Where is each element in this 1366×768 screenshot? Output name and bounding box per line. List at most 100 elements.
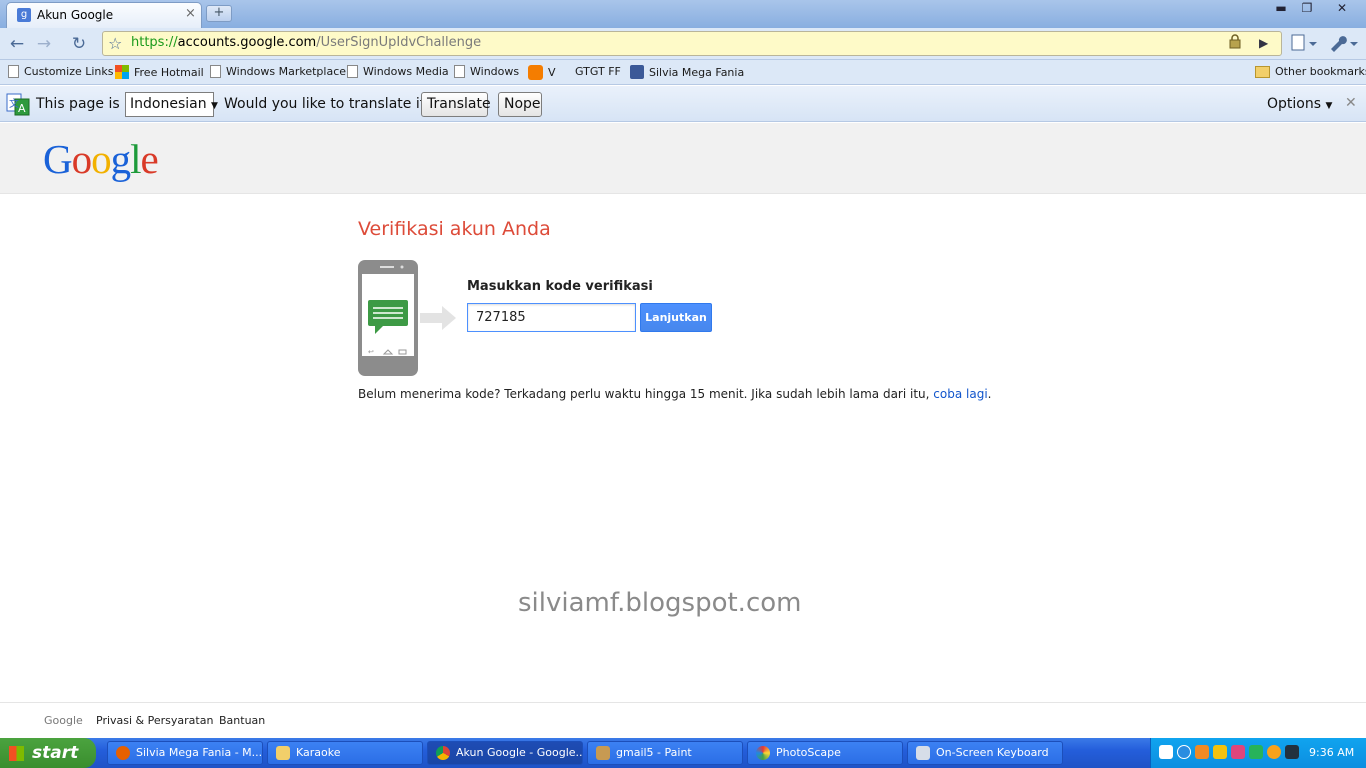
bookmark-label: Windows [470, 65, 520, 78]
options-label: Options [1267, 96, 1322, 112]
language-select[interactable]: Indonesian ▼ [125, 92, 218, 117]
resend-help-text: Belum menerima kode? Terkadang perlu wak… [358, 387, 992, 401]
options-menu[interactable]: Options ▼ [1267, 96, 1332, 112]
play-icon[interactable] [1249, 745, 1263, 759]
restore-button[interactable]: ❐ [1296, 1, 1318, 17]
bookmark-windows-marketplace[interactable]: Windows Marketplace [210, 65, 346, 78]
url-host: accounts.google.com [177, 35, 317, 50]
task-label: gmail5 - Paint [616, 746, 692, 759]
continue-button[interactable]: Lanjutkan [640, 303, 712, 332]
bookmark-windows-media[interactable]: Windows Media [347, 65, 449, 78]
network-icon[interactable] [1285, 745, 1299, 759]
footer-help-link[interactable]: Bantuan [219, 714, 265, 727]
app-icon[interactable] [1231, 745, 1245, 759]
language-value: Indonesian [130, 96, 207, 112]
task-label: Silvia Mega Fania - M... [136, 746, 263, 759]
bookmark-silvia-mega-fania[interactable]: Silvia Mega Fania [630, 65, 744, 79]
nope-button[interactable]: Nope [498, 92, 542, 117]
photoscape-icon [756, 746, 770, 760]
task-label: Akun Google - Google... [456, 746, 583, 759]
wrench-icon[interactable] [1328, 34, 1360, 56]
task-label: PhotoScape [776, 746, 841, 759]
bookmark-gtgt-ff[interactable]: GTGT FF [575, 65, 621, 78]
url-path: /UserSignUpIdvChallenge [316, 35, 482, 50]
bookmark-label: Customize Links [24, 65, 114, 78]
verification-code-input[interactable] [467, 303, 636, 332]
chevron-down-icon: ▼ [211, 101, 218, 111]
translate-infobar: 文A This page is in Indonesian ▼ Would yo… [0, 86, 1366, 122]
tab-title: Akun Google [37, 8, 114, 22]
page-icon [454, 65, 465, 78]
bookmark-v[interactable]: V [528, 65, 556, 80]
windows-logo-icon [9, 746, 24, 761]
shield-icon[interactable] [1213, 745, 1227, 759]
task-karaoke[interactable]: Karaoke [267, 741, 423, 765]
logo-letter: o [91, 136, 111, 182]
bookmark-label: Windows Marketplace [226, 65, 347, 78]
bookmark-label: V [548, 66, 556, 79]
reload-button[interactable]: ↻ [68, 33, 90, 55]
watermark: silviamf.blogspot.com [518, 588, 802, 618]
title-bar: g Akun Google × + ▬ ❐ ✕ [0, 0, 1366, 28]
logo-letter: o [71, 136, 92, 182]
update-icon[interactable] [1267, 745, 1281, 759]
forward-button[interactable]: → [33, 33, 55, 55]
task-label: On-Screen Keyboard [936, 746, 1049, 759]
svg-text:A: A [18, 102, 26, 115]
task-firefox[interactable]: Silvia Mega Fania - M... [107, 741, 263, 765]
footer-google-link[interactable]: Google [44, 714, 83, 727]
address-bar[interactable]: ☆ https://accounts.google.com/UserSignUp… [102, 31, 1282, 56]
help-text: Belum menerima kode? Terkadang perlu wak… [358, 387, 934, 401]
footer-privacy-link[interactable]: Privasi & Persyaratan [96, 714, 213, 727]
bookmark-label: Silvia Mega Fania [649, 65, 745, 79]
bookmarks-bar: Customize Links Free Hotmail Windows Mar… [0, 60, 1366, 85]
bookmark-windows[interactable]: Windows [454, 65, 519, 78]
bookmark-label: Windows Media [363, 65, 449, 78]
verification-code-label: Masukkan kode verifikasi [467, 279, 653, 294]
logo-letter: G [43, 136, 73, 182]
help-icon[interactable] [1159, 745, 1173, 759]
page-icon [347, 65, 358, 78]
media-icon[interactable] [1195, 745, 1209, 759]
chevron-left-icon[interactable] [1177, 745, 1191, 759]
other-bookmarks[interactable]: Other bookmarks [1255, 65, 1366, 78]
page-menu-icon[interactable] [1290, 34, 1318, 56]
bookmark-label: Free Hotmail [134, 65, 204, 79]
infobar-close-icon[interactable]: ✕ [1345, 95, 1357, 111]
page-icon [210, 65, 221, 78]
task-label: Karaoke [296, 746, 341, 759]
task-photoscape[interactable]: PhotoScape [747, 741, 903, 765]
logo-letter: g [110, 136, 131, 182]
tab-close-icon[interactable]: × [185, 6, 196, 21]
start-label: start [32, 743, 79, 763]
translate-button[interactable]: Translate [421, 92, 491, 117]
lock-icon[interactable] [1229, 34, 1241, 53]
window-close-button[interactable]: ✕ [1322, 1, 1362, 17]
windows-taskbar: start Silvia Mega Fania - M... Karaoke A… [0, 738, 1366, 768]
bookmark-customize-links[interactable]: Customize Links [8, 65, 114, 78]
page-icon [8, 65, 19, 78]
folder-icon [276, 746, 290, 760]
play-icon[interactable]: ▶ [1259, 36, 1268, 50]
minimize-button[interactable]: ▬ [1270, 1, 1292, 17]
task-on-screen-keyboard[interactable]: On-Screen Keyboard [907, 741, 1063, 765]
back-button[interactable]: ← [6, 33, 28, 55]
bookmark-label: Other bookmarks [1275, 65, 1366, 78]
browser-tab[interactable]: g Akun Google × [6, 2, 202, 28]
bookmark-star-icon[interactable]: ☆ [108, 34, 122, 53]
logo-letter: l [130, 136, 141, 182]
url-text[interactable]: https://accounts.google.com/UserSignUpId… [131, 35, 481, 50]
google-favicon-icon: g [17, 8, 31, 22]
phone-sms-icon: ↩ [358, 260, 418, 380]
browser-toolbar: ← → ↻ ☆ https://accounts.google.com/User… [0, 28, 1366, 60]
google-logo: Google [43, 135, 159, 183]
facebook-icon [630, 65, 644, 79]
task-chrome[interactable]: Akun Google - Google... [427, 741, 583, 765]
new-tab-button[interactable]: + [206, 5, 232, 22]
logo-letter: e [140, 136, 159, 182]
bookmark-free-hotmail[interactable]: Free Hotmail [115, 65, 204, 79]
page-header: Google [0, 123, 1366, 194]
keyboard-icon [916, 746, 930, 760]
task-paint[interactable]: gmail5 - Paint [587, 741, 743, 765]
retry-link[interactable]: coba lagi [933, 387, 987, 401]
